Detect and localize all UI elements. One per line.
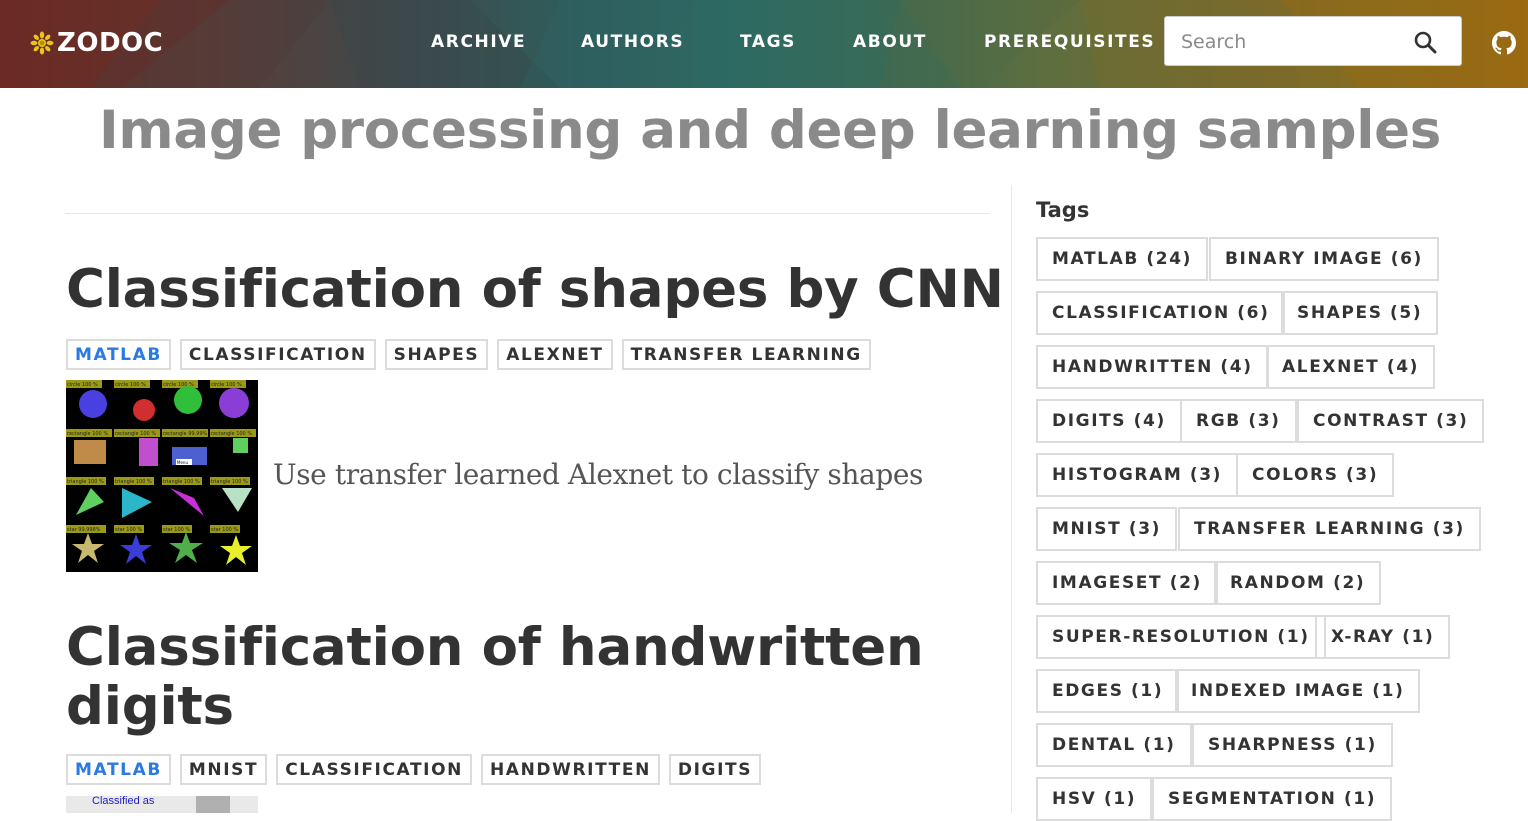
thumbnail-image-fragment bbox=[196, 796, 230, 813]
sidebar-tag-binary-image[interactable]: BINARY IMAGE (6) bbox=[1209, 237, 1439, 281]
sidebar-tag-imageset[interactable]: IMAGESET (2) bbox=[1036, 561, 1218, 605]
circle-shape bbox=[174, 386, 202, 414]
sidebar-tag-alexnet[interactable]: ALEXNET (4) bbox=[1266, 345, 1436, 389]
sidebar-tag-transfer-learning[interactable]: TRANSFER LEARNING (3) bbox=[1178, 507, 1481, 551]
tag-matlab[interactable]: MATLAB bbox=[66, 339, 171, 370]
sidebar-tag-contrast[interactable]: CONTRAST (3) bbox=[1297, 399, 1485, 443]
thumb-label: circle 100 % bbox=[115, 382, 146, 388]
sidebar-tag-digits[interactable]: DIGITS (4) bbox=[1036, 399, 1182, 443]
menu-overlay-text: Menu bbox=[177, 460, 188, 465]
thumb-label: rectangle 100 % bbox=[211, 431, 252, 437]
page-title: Image processing and deep learning sampl… bbox=[99, 100, 1441, 161]
thumb-label: triangle 100 % bbox=[211, 479, 248, 485]
sidebar-divider bbox=[1011, 185, 1012, 813]
sidebar-tag-random[interactable]: RANDOM (2) bbox=[1214, 561, 1382, 605]
circle-shape bbox=[219, 388, 249, 418]
thumb-label: circle 100 % bbox=[67, 382, 98, 388]
post-title[interactable]: Classification of handwritten bbox=[66, 618, 924, 678]
sidebar-tag-segmentation[interactable]: SEGMENTATION (1) bbox=[1152, 777, 1393, 821]
sidebar-tag-rgb[interactable]: RGB (3) bbox=[1180, 399, 1297, 443]
nav-tags[interactable]: TAGS bbox=[740, 32, 796, 52]
tag-alexnet[interactable]: ALEXNET bbox=[497, 339, 613, 370]
tag-mnist[interactable]: MNIST bbox=[179, 754, 268, 785]
thumb-label: triangle 100 % bbox=[67, 479, 104, 485]
nav-prerequisites[interactable]: PREREQUISITES bbox=[984, 32, 1155, 52]
post-title[interactable]: Classification of shapes by CNN bbox=[66, 260, 1004, 320]
site-name: ZODOC bbox=[57, 28, 164, 58]
digits-thumbnail[interactable]: Classified as bbox=[66, 796, 258, 813]
post-tags: MATLAB CLASSIFICATION SHAPES ALEXNET TRA… bbox=[66, 339, 871, 370]
circle-shape bbox=[79, 390, 107, 418]
search-box bbox=[1164, 16, 1462, 66]
search-icon[interactable] bbox=[1413, 30, 1437, 54]
thumbnail-caption: Classified as bbox=[92, 796, 155, 807]
circle-shape bbox=[133, 399, 155, 421]
thumb-label: star 100 % bbox=[115, 527, 142, 533]
thumb-label: rectangle 100 % bbox=[115, 431, 156, 437]
sidebar-tag-classification[interactable]: CLASSIFICATION (6) bbox=[1036, 291, 1286, 335]
sidebar-tag-matlab[interactable]: MATLAB (24) bbox=[1036, 237, 1209, 281]
sidebar-tag-super-resolution[interactable]: SUPER-RESOLUTION (1) bbox=[1036, 615, 1326, 659]
flower-logo-icon bbox=[30, 31, 54, 55]
sidebar-tag-edges[interactable]: EDGES (1) bbox=[1036, 669, 1180, 713]
post-tags: MATLAB MNIST CLASSIFICATION HANDWRITTEN … bbox=[66, 754, 762, 785]
sidebar-title: Tags bbox=[1036, 198, 1090, 222]
sidebar-tag-shapes[interactable]: SHAPES (5) bbox=[1281, 291, 1439, 335]
tag-classification[interactable]: CLASSIFICATION bbox=[276, 754, 472, 785]
tag-classification[interactable]: CLASSIFICATION bbox=[179, 339, 376, 370]
thumb-label: rectangle 100 % bbox=[67, 431, 108, 437]
tag-handwritten[interactable]: HANDWRITTEN bbox=[480, 754, 660, 785]
thumb-label: rectangle 99.99% bbox=[163, 431, 208, 437]
tag-shapes[interactable]: SHAPES bbox=[384, 339, 489, 370]
rectangle-shape bbox=[74, 440, 106, 464]
thumb-label: star 100 % bbox=[211, 527, 238, 533]
post-excerpt: Use transfer learned Alexnet to classify… bbox=[273, 458, 923, 491]
sidebar-tag-indexed-image[interactable]: INDEXED IMAGE (1) bbox=[1175, 669, 1421, 713]
tag-digits[interactable]: DIGITS bbox=[668, 754, 762, 785]
sidebar-tag-dental[interactable]: DENTAL (1) bbox=[1036, 723, 1192, 767]
github-icon[interactable] bbox=[1492, 31, 1516, 55]
sidebar-tag-hsv[interactable]: HSV (1) bbox=[1036, 777, 1153, 821]
thumb-label: circle 100 % bbox=[211, 382, 242, 388]
sidebar-tag-handwritten[interactable]: HANDWRITTEN (4) bbox=[1036, 345, 1269, 389]
post-title-line-2[interactable]: digits bbox=[66, 677, 234, 737]
thumb-label: triangle 100 % bbox=[163, 479, 200, 485]
rectangle-shape bbox=[233, 438, 248, 453]
thumb-label: triangle 100 % bbox=[115, 479, 152, 485]
tag-matlab[interactable]: MATLAB bbox=[66, 754, 171, 785]
sidebar-tag-sharpness[interactable]: SHARPNESS (1) bbox=[1192, 723, 1393, 767]
navbar: ZODOC ARCHIVE AUTHORS TAGS ABOUT PREREQU… bbox=[0, 0, 1528, 88]
search-input[interactable] bbox=[1181, 29, 1401, 55]
rectangle-shape bbox=[139, 438, 158, 466]
thumb-label: star 100 % bbox=[163, 527, 190, 533]
nav-authors[interactable]: AUTHORS bbox=[581, 32, 684, 52]
thumb-label: star 99.998% bbox=[67, 527, 101, 533]
sidebar-tag-mnist[interactable]: MNIST (3) bbox=[1036, 507, 1177, 551]
sidebar-tag-colors[interactable]: COLORS (3) bbox=[1236, 453, 1395, 497]
shapes-thumbnail[interactable]: circle 100 % circle 100 % circle 100 % c… bbox=[66, 380, 258, 572]
sidebar-tag-x-ray[interactable]: X-RAY (1) bbox=[1315, 615, 1451, 659]
tag-transfer-learning[interactable]: TRANSFER LEARNING bbox=[621, 339, 871, 370]
nav-about[interactable]: ABOUT bbox=[853, 32, 927, 52]
divider bbox=[65, 213, 990, 214]
nav-archive[interactable]: ARCHIVE bbox=[431, 32, 526, 52]
site-logo[interactable]: ZODOC bbox=[30, 28, 163, 58]
sidebar-tag-histogram[interactable]: HISTOGRAM (3) bbox=[1036, 453, 1239, 497]
